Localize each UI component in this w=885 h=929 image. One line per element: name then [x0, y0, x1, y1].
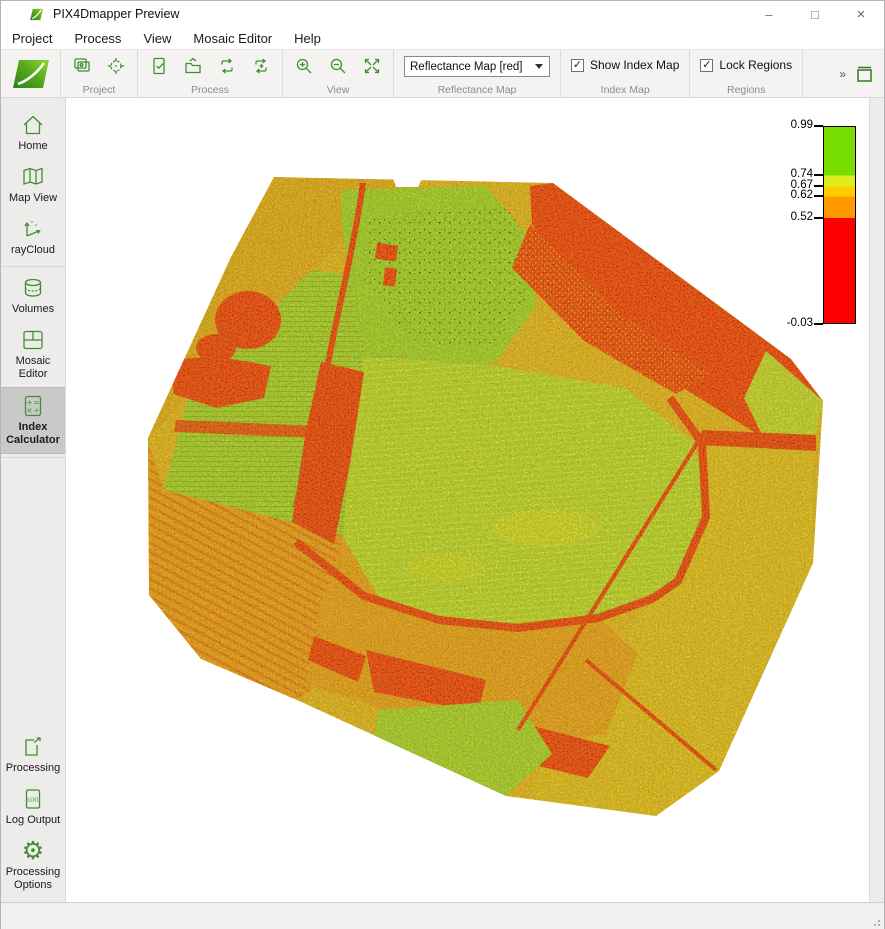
toolbar-group-view: View [283, 50, 394, 97]
sidebar-item-home[interactable]: Home [1, 107, 65, 159]
volumes-icon [20, 275, 46, 301]
lock-regions-checkbox[interactable]: ✓ [700, 59, 713, 72]
lock-regions-checkbox-row[interactable]: ✓ Lock Regions [700, 58, 792, 72]
checkmark-icon: ✓ [702, 60, 711, 71]
index-map-canvas[interactable]: 0.99 0.74 0.67 0.62 0.52 -0.03 [66, 98, 884, 902]
svg-text:÷: ÷ [33, 406, 40, 415]
sidebar-item-label: Index Calculator [1, 421, 65, 447]
show-index-map-label: Show Index Map [590, 58, 679, 72]
sidebar-divider [1, 266, 65, 267]
maximize-button[interactable]: □ [792, 1, 838, 27]
sidebar-item-label: Home [1, 140, 65, 153]
svg-text:×: × [26, 406, 33, 415]
toolbar-group-label: View [327, 84, 350, 96]
toolbar-group-process: Process [138, 50, 283, 97]
sidebar-divider [1, 457, 65, 458]
checkmark-icon: ✓ [573, 60, 582, 71]
svg-text:LOG: LOG [27, 798, 38, 804]
fit-view-icon[interactable] [361, 55, 383, 77]
sidebar-item-label: Processing [1, 762, 65, 775]
index-calculator-icon: + = × ÷ [20, 393, 46, 419]
menu-view[interactable]: View [132, 29, 182, 48]
app-body: Home Map View rayCloud [1, 98, 884, 902]
pix4d-home-button[interactable] [1, 50, 61, 97]
toolbar-overflow-button[interactable]: » [839, 67, 846, 81]
sidebar-item-label: Processing Options [1, 866, 65, 892]
zoom-in-icon[interactable] [293, 55, 315, 77]
menu-project[interactable]: Project [1, 29, 63, 48]
toolbar-group-index-map: ✓ Show Index Map Index Map [561, 50, 690, 97]
menu-bar: Project Process View Mosaic Editor Help [1, 27, 884, 49]
reprocess-icon[interactable] [216, 55, 238, 77]
toolbar-group-reflectance: Reflectance Map [red] Reflectance Map [394, 50, 561, 97]
title-bar: PIX4Dmapper Preview – □ × [1, 1, 884, 27]
sidebar-item-label: Mosaic Editor [1, 355, 65, 381]
toolbar-group-project: Project [61, 50, 138, 97]
toolbar-group-regions: ✓ Lock Regions Regions [690, 50, 803, 97]
toolbar-group-label: Regions [727, 84, 766, 96]
status-bar [1, 902, 884, 929]
minimize-button[interactable]: – [746, 1, 792, 27]
sidebar-item-log-output[interactable]: LOG Log Output [1, 781, 65, 833]
lock-regions-label: Lock Regions [719, 58, 792, 72]
toolbar-group-label: Project [83, 84, 116, 96]
window-title: PIX4Dmapper Preview [53, 7, 179, 21]
map-view-icon [20, 164, 46, 190]
index-map-image [66, 98, 870, 902]
sidebar: Home Map View rayCloud [1, 98, 66, 902]
reflectance-map-dropdown[interactable]: Reflectance Map [red] [404, 56, 550, 77]
toolbar-group-label: Process [191, 84, 229, 96]
menu-process[interactable]: Process [63, 29, 132, 48]
sidebar-item-processing[interactable]: Processing [1, 729, 65, 781]
menu-help[interactable]: Help [283, 29, 332, 48]
sidebar-item-volumes[interactable]: Volumes [1, 270, 65, 322]
close-button[interactable]: × [838, 1, 884, 27]
raycloud-icon [20, 216, 46, 242]
sidebar-item-index-calculator[interactable]: + = × ÷ Index Calculator [1, 387, 65, 454]
resize-grip-icon[interactable] [869, 915, 882, 928]
open-results-icon[interactable] [182, 55, 204, 77]
reoptimize-icon[interactable] [250, 55, 272, 77]
sidebar-item-label: Volumes [1, 303, 65, 316]
project-images-icon[interactable] [71, 55, 93, 77]
view-window-icon[interactable] [854, 63, 876, 85]
show-index-map-checkbox-row[interactable]: ✓ Show Index Map [571, 58, 679, 72]
process-check-icon[interactable] [148, 55, 170, 77]
zoom-out-icon[interactable] [327, 55, 349, 77]
processing-options-icon: ⚙ [20, 838, 46, 864]
pix4d-logo-icon [29, 7, 44, 22]
sidebar-item-mosaic-editor[interactable]: Mosaic Editor [1, 322, 65, 387]
sidebar-item-map-view[interactable]: Map View [1, 159, 65, 211]
dropdown-arrow-icon [535, 64, 543, 69]
sidebar-item-label: Map View [1, 192, 65, 205]
sidebar-item-label: rayCloud [1, 244, 65, 257]
sidebar-item-raycloud[interactable]: rayCloud [1, 211, 65, 263]
sidebar-item-processing-options[interactable]: ⚙ Processing Options [1, 833, 65, 898]
processing-icon [20, 734, 46, 760]
toolbar-group-label: Index Map [601, 84, 650, 96]
mosaic-editor-icon [20, 327, 46, 353]
reflectance-map-dropdown-value: Reflectance Map [red] [410, 61, 523, 73]
sidebar-item-label: Log Output [1, 814, 65, 827]
home-icon [20, 112, 46, 138]
toolbar: Project [1, 49, 884, 98]
canvas-scrollbar-gutter[interactable] [869, 98, 884, 902]
project-locate-icon[interactable] [105, 55, 127, 77]
menu-mosaic-editor[interactable]: Mosaic Editor [182, 29, 283, 48]
toolbar-group-label: Reflectance Map [438, 84, 517, 96]
show-index-map-checkbox[interactable]: ✓ [571, 59, 584, 72]
log-output-icon: LOG [20, 786, 46, 812]
